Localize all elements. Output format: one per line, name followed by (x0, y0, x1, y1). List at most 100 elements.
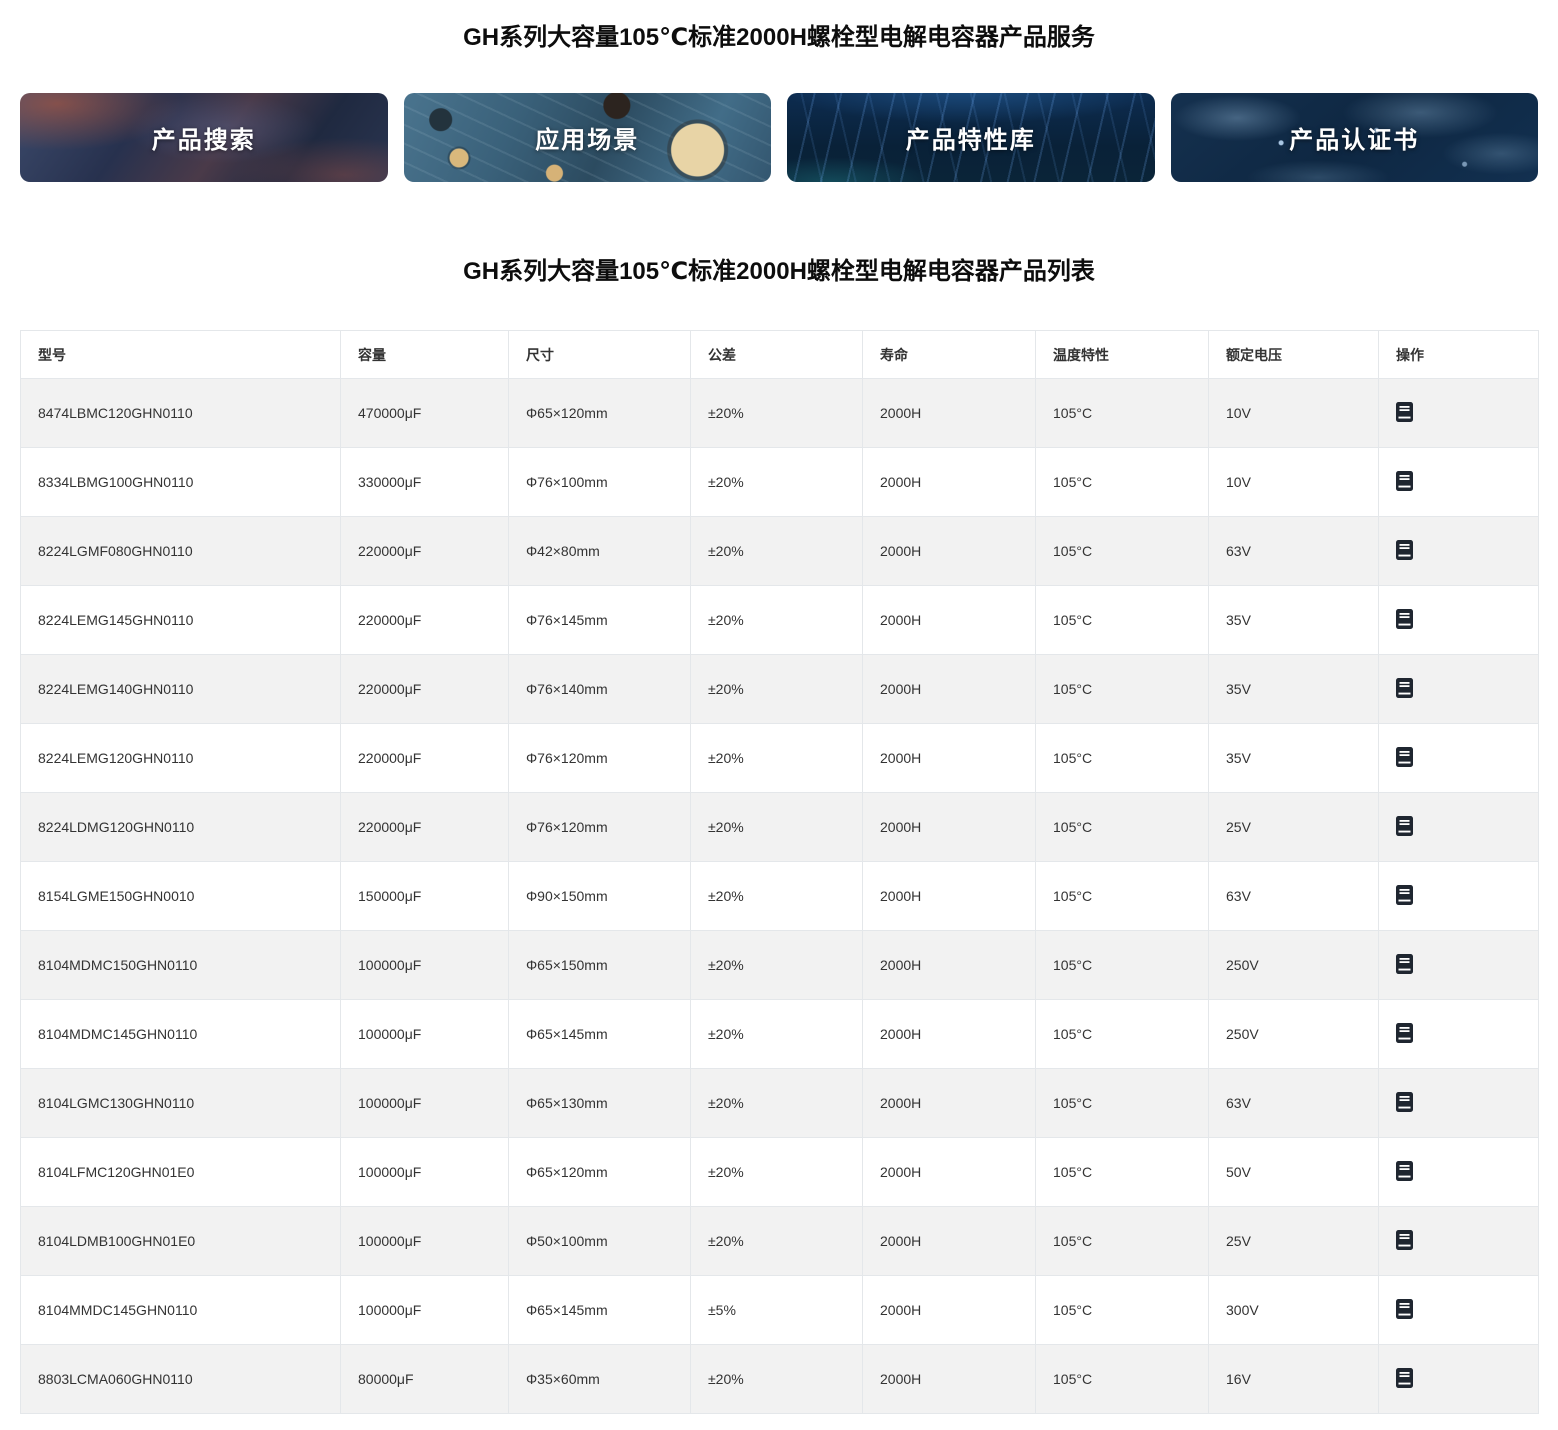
cell-size: Φ65×145mm (509, 1276, 691, 1345)
cell-tolerance: ±20% (691, 724, 863, 793)
cell-voltage: 63V (1209, 1069, 1379, 1138)
table-row: 8224LEMG145GHN0110 220000μF Φ76×145mm ±2… (21, 586, 1539, 655)
book-icon (1396, 885, 1413, 905)
cell-temperature: 105°C (1036, 1000, 1209, 1069)
row-detail-button[interactable] (1396, 609, 1413, 629)
row-detail-button[interactable] (1396, 402, 1413, 422)
cell-temperature: 105°C (1036, 1069, 1209, 1138)
cell-tolerance: ±20% (691, 655, 863, 724)
cell-temperature: 105°C (1036, 1345, 1209, 1414)
row-detail-button[interactable] (1396, 1092, 1413, 1112)
cell-capacity: 100000μF (341, 931, 509, 1000)
nav-banner-row: 产品搜索 应用场景 产品特性库 产品认证书 (20, 93, 1538, 182)
row-detail-button[interactable] (1396, 954, 1413, 974)
cell-tolerance: ±20% (691, 379, 863, 448)
cell-actions (1379, 1000, 1539, 1069)
cell-voltage: 50V (1209, 1138, 1379, 1207)
nav-button-label: 产品认证书 (1289, 120, 1419, 155)
table-row: 8224LEMG140GHN0110 220000μF Φ76×140mm ±2… (21, 655, 1539, 724)
book-icon (1396, 1161, 1413, 1181)
table-row: 8224LEMG120GHN0110 220000μF Φ76×120mm ±2… (21, 724, 1539, 793)
cell-voltage: 63V (1209, 862, 1379, 931)
cell-size: Φ65×120mm (509, 1138, 691, 1207)
table-row: 8104LGMC130GHN0110 100000μF Φ65×130mm ±2… (21, 1069, 1539, 1138)
nav-button-label: 产品特性库 (906, 120, 1036, 155)
cell-model: 8104LDMB100GHN01E0 (21, 1207, 341, 1276)
row-detail-button[interactable] (1396, 1368, 1413, 1388)
column-header-voltage: 额定电压 (1209, 331, 1379, 379)
row-detail-button[interactable] (1396, 540, 1413, 560)
cell-actions (1379, 655, 1539, 724)
cell-temperature: 105°C (1036, 1207, 1209, 1276)
cell-lifetime: 2000H (863, 724, 1036, 793)
cell-model: 8224LEMG120GHN0110 (21, 724, 341, 793)
cell-size: Φ90×150mm (509, 862, 691, 931)
product-table-body: 8474LBMC120GHN0110 470000μF Φ65×120mm ±2… (21, 379, 1539, 1414)
cell-actions (1379, 931, 1539, 1000)
cell-voltage: 10V (1209, 448, 1379, 517)
nav-button-label: 应用场景 (535, 120, 639, 155)
row-detail-button[interactable] (1396, 1161, 1413, 1181)
row-detail-button[interactable] (1396, 1230, 1413, 1250)
book-icon (1396, 1368, 1413, 1388)
cell-lifetime: 2000H (863, 586, 1036, 655)
row-detail-button[interactable] (1396, 471, 1413, 491)
page-container: GH系列大容量105℃标准2000H螺栓型电解电容器产品服务 产品搜索 应用场景… (0, 24, 1558, 1414)
cell-capacity: 470000μF (341, 379, 509, 448)
cell-size: Φ42×80mm (509, 517, 691, 586)
cell-capacity: 220000μF (341, 724, 509, 793)
cell-actions (1379, 1069, 1539, 1138)
cell-voltage: 35V (1209, 655, 1379, 724)
row-detail-button[interactable] (1396, 885, 1413, 905)
cell-temperature: 105°C (1036, 931, 1209, 1000)
cell-tolerance: ±5% (691, 1276, 863, 1345)
cell-size: Φ76×120mm (509, 724, 691, 793)
table-row: 8474LBMC120GHN0110 470000μF Φ65×120mm ±2… (21, 379, 1539, 448)
cell-lifetime: 2000H (863, 793, 1036, 862)
cell-lifetime: 2000H (863, 1276, 1036, 1345)
cell-tolerance: ±20% (691, 931, 863, 1000)
cell-temperature: 105°C (1036, 655, 1209, 724)
cell-tolerance: ±20% (691, 1345, 863, 1414)
row-detail-button[interactable] (1396, 1299, 1413, 1319)
table-row: 8803LCMA060GHN0110 80000μF Φ35×60mm ±20%… (21, 1345, 1539, 1414)
cell-size: Φ65×120mm (509, 379, 691, 448)
cell-temperature: 105°C (1036, 586, 1209, 655)
nav-button-application-scenes[interactable]: 应用场景 (404, 93, 772, 182)
table-row: 8154LGME150GHN0010 150000μF Φ90×150mm ±2… (21, 862, 1539, 931)
cell-lifetime: 2000H (863, 1138, 1036, 1207)
cell-actions (1379, 517, 1539, 586)
cell-actions (1379, 379, 1539, 448)
cell-tolerance: ±20% (691, 448, 863, 517)
cell-capacity: 330000μF (341, 448, 509, 517)
cell-model: 8224LDMG120GHN0110 (21, 793, 341, 862)
cell-model: 8104MDMC150GHN0110 (21, 931, 341, 1000)
cell-capacity: 100000μF (341, 1276, 509, 1345)
row-detail-button[interactable] (1396, 1023, 1413, 1043)
cell-voltage: 10V (1209, 379, 1379, 448)
row-detail-button[interactable] (1396, 747, 1413, 767)
table-row: 8104MMDC145GHN0110 100000μF Φ65×145mm ±5… (21, 1276, 1539, 1345)
column-header-capacity: 容量 (341, 331, 509, 379)
cell-lifetime: 2000H (863, 448, 1036, 517)
nav-button-product-search[interactable]: 产品搜索 (20, 93, 388, 182)
cell-tolerance: ±20% (691, 1138, 863, 1207)
table-row: 8334LBMG100GHN0110 330000μF Φ76×100mm ±2… (21, 448, 1539, 517)
row-detail-button[interactable] (1396, 678, 1413, 698)
book-icon (1396, 1230, 1413, 1250)
cell-actions (1379, 862, 1539, 931)
book-icon (1396, 402, 1413, 422)
cell-lifetime: 2000H (863, 379, 1036, 448)
cell-capacity: 150000μF (341, 862, 509, 931)
table-row: 8104MDMC150GHN0110 100000μF Φ65×150mm ±2… (21, 931, 1539, 1000)
cell-actions (1379, 1345, 1539, 1414)
cell-lifetime: 2000H (863, 517, 1036, 586)
cell-tolerance: ±20% (691, 862, 863, 931)
nav-button-characteristics-library[interactable]: 产品特性库 (787, 93, 1155, 182)
nav-button-certificates[interactable]: 产品认证书 (1171, 93, 1539, 182)
cell-lifetime: 2000H (863, 862, 1036, 931)
row-detail-button[interactable] (1396, 816, 1413, 836)
cell-tolerance: ±20% (691, 586, 863, 655)
cell-voltage: 25V (1209, 793, 1379, 862)
cell-model: 8104MMDC145GHN0110 (21, 1276, 341, 1345)
